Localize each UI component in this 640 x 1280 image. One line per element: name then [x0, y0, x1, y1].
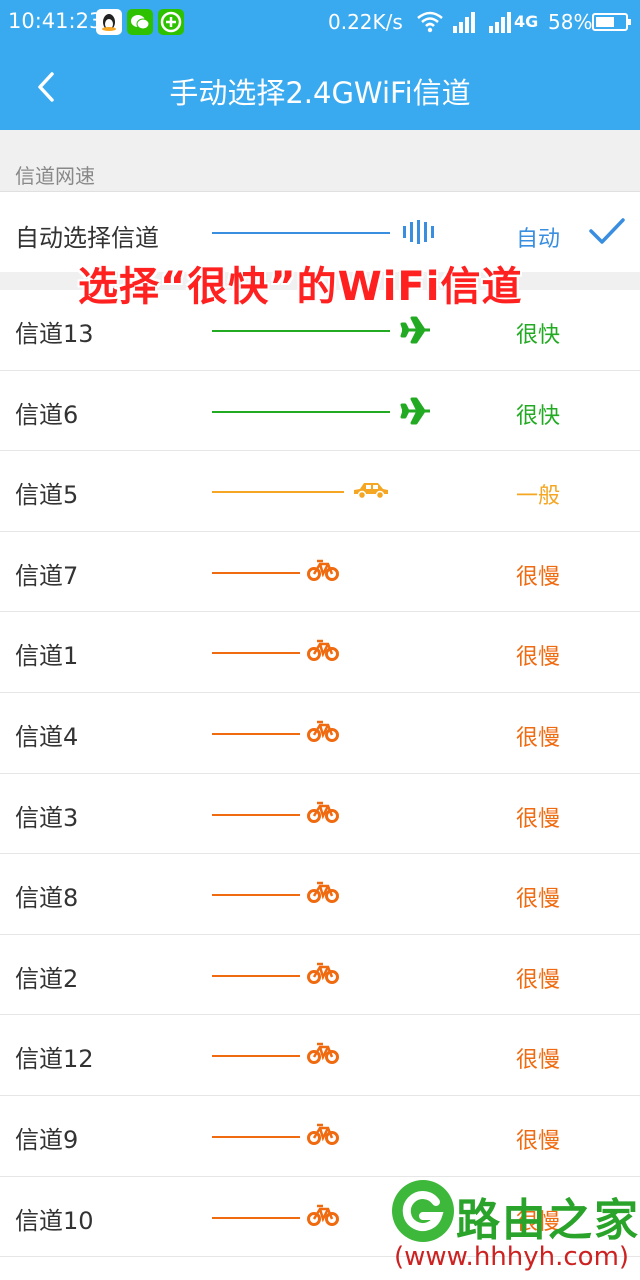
airplane-icon — [400, 316, 432, 348]
page-title: 手动选择2.4GWiFi信道 — [169, 76, 471, 110]
speed-line — [212, 894, 300, 897]
channel-status: 很慢 — [516, 887, 561, 913]
channel-row[interactable]: 信道12 很慢 — [0, 1015, 640, 1096]
channel-status: 很慢 — [516, 725, 561, 751]
speed-line — [212, 732, 300, 735]
channel-status: 很慢 — [516, 967, 561, 993]
speed-line — [212, 232, 390, 234]
channel-label: 信道4 — [15, 722, 79, 751]
bicycle-icon — [307, 800, 339, 828]
wechat-icon — [127, 9, 153, 35]
channel-row[interactable]: 信道9 很慢 — [0, 1095, 640, 1177]
status-bar: 10:41:23 0.22K/s 4G 58% — [0, 0, 640, 44]
channel-status: 很慢 — [516, 1048, 561, 1074]
channel-label: 信道7 — [15, 561, 79, 590]
channel-label: 信道6 — [15, 400, 79, 429]
watermark-url: (www.hhhyh.com) — [394, 1242, 630, 1272]
channel-row[interactable]: 信道7 很慢 — [0, 531, 640, 613]
channel-status: 很快 — [516, 403, 561, 429]
bicycle-icon — [307, 880, 339, 908]
channel-status: 很慢 — [516, 806, 561, 832]
airplane-icon — [400, 397, 432, 429]
bicycle-icon — [307, 961, 339, 989]
speed-line — [212, 813, 300, 816]
channel-status: 很慢 — [516, 564, 561, 590]
channel-status: 很慢 — [516, 645, 561, 671]
channel-row[interactable]: 信道3 很慢 — [0, 773, 640, 855]
bicycle-icon — [307, 638, 339, 666]
speed-line — [212, 974, 300, 977]
speed-line — [212, 1055, 300, 1058]
signal-icon — [452, 10, 478, 38]
bicycle-icon — [307, 1203, 339, 1231]
net-speed: 0.22K/s — [328, 10, 403, 34]
status-time: 10:41:23 — [8, 9, 103, 33]
check-icon — [588, 216, 626, 250]
channel-row[interactable]: 信道8 很慢 — [0, 854, 640, 935]
channel-label: 信道1 — [15, 642, 79, 671]
section-header: 信道网速 — [0, 130, 640, 192]
channel-list: 信道13 很快 信道6 很快 信道5 一般 信道7 很慢 信道1 很慢 信道4 … — [0, 290, 640, 1258]
channel-label: 信道9 — [15, 1125, 79, 1154]
watermark: 路由之家 (www.hhhyh.com) — [390, 1180, 640, 1280]
channel-row[interactable]: 信道2 很慢 — [0, 934, 640, 1016]
network-type: 4G — [514, 12, 539, 31]
speed-line — [212, 410, 390, 413]
signal-wave-icon — [402, 220, 434, 248]
speed-line — [212, 571, 300, 574]
bicycle-icon — [307, 1041, 339, 1069]
channel-row[interactable]: 信道1 很慢 — [0, 612, 640, 693]
channel-row[interactable]: 信道4 很慢 — [0, 692, 640, 774]
channel-status: 很快 — [516, 323, 561, 348]
plus-app-icon — [158, 9, 184, 35]
auto-channel-label: 自动选择信道 — [15, 224, 159, 252]
channel-status: 很慢 — [516, 1128, 561, 1154]
channel-label: 信道5 — [15, 481, 79, 510]
channel-row[interactable]: 信道6 很快 — [0, 370, 640, 452]
channel-label: 信道8 — [15, 884, 79, 913]
wifi-icon — [416, 10, 444, 38]
bicycle-icon — [307, 719, 339, 747]
channel-status: 一般 — [516, 484, 561, 510]
bicycle-icon — [307, 558, 339, 586]
channel-label: 信道2 — [15, 964, 79, 993]
channel-row[interactable]: 信道5 一般 — [0, 451, 640, 532]
signal-icon — [488, 10, 514, 38]
watermark-logo-icon — [392, 1180, 454, 1242]
speed-line — [212, 652, 300, 655]
top-bar: 10:41:23 0.22K/s 4G 58% 手动选择2.4GWiFi信道 — [0, 0, 640, 130]
channel-label: 信道13 — [15, 320, 94, 348]
car-icon — [352, 481, 390, 505]
speed-line — [212, 1135, 300, 1138]
channel-label: 信道12 — [15, 1045, 94, 1074]
annotation-text: 选择“很快”的WiFi信道 — [78, 264, 523, 310]
qq-icon — [96, 9, 122, 35]
speed-line — [212, 491, 344, 494]
battery-percent: 58% — [548, 10, 593, 34]
channel-label: 信道3 — [15, 803, 79, 832]
bicycle-icon — [307, 1122, 339, 1150]
battery-icon — [592, 12, 632, 36]
channel-label: 信道10 — [15, 1206, 94, 1235]
title-bar: 手动选择2.4GWiFi信道 — [0, 44, 640, 130]
auto-channel-status: 自动 — [516, 227, 561, 252]
speed-line — [212, 330, 390, 332]
speed-line — [212, 1216, 300, 1219]
watermark-brand: 路由之家 — [456, 1195, 640, 1246]
section-label: 信道网速 — [15, 164, 95, 188]
